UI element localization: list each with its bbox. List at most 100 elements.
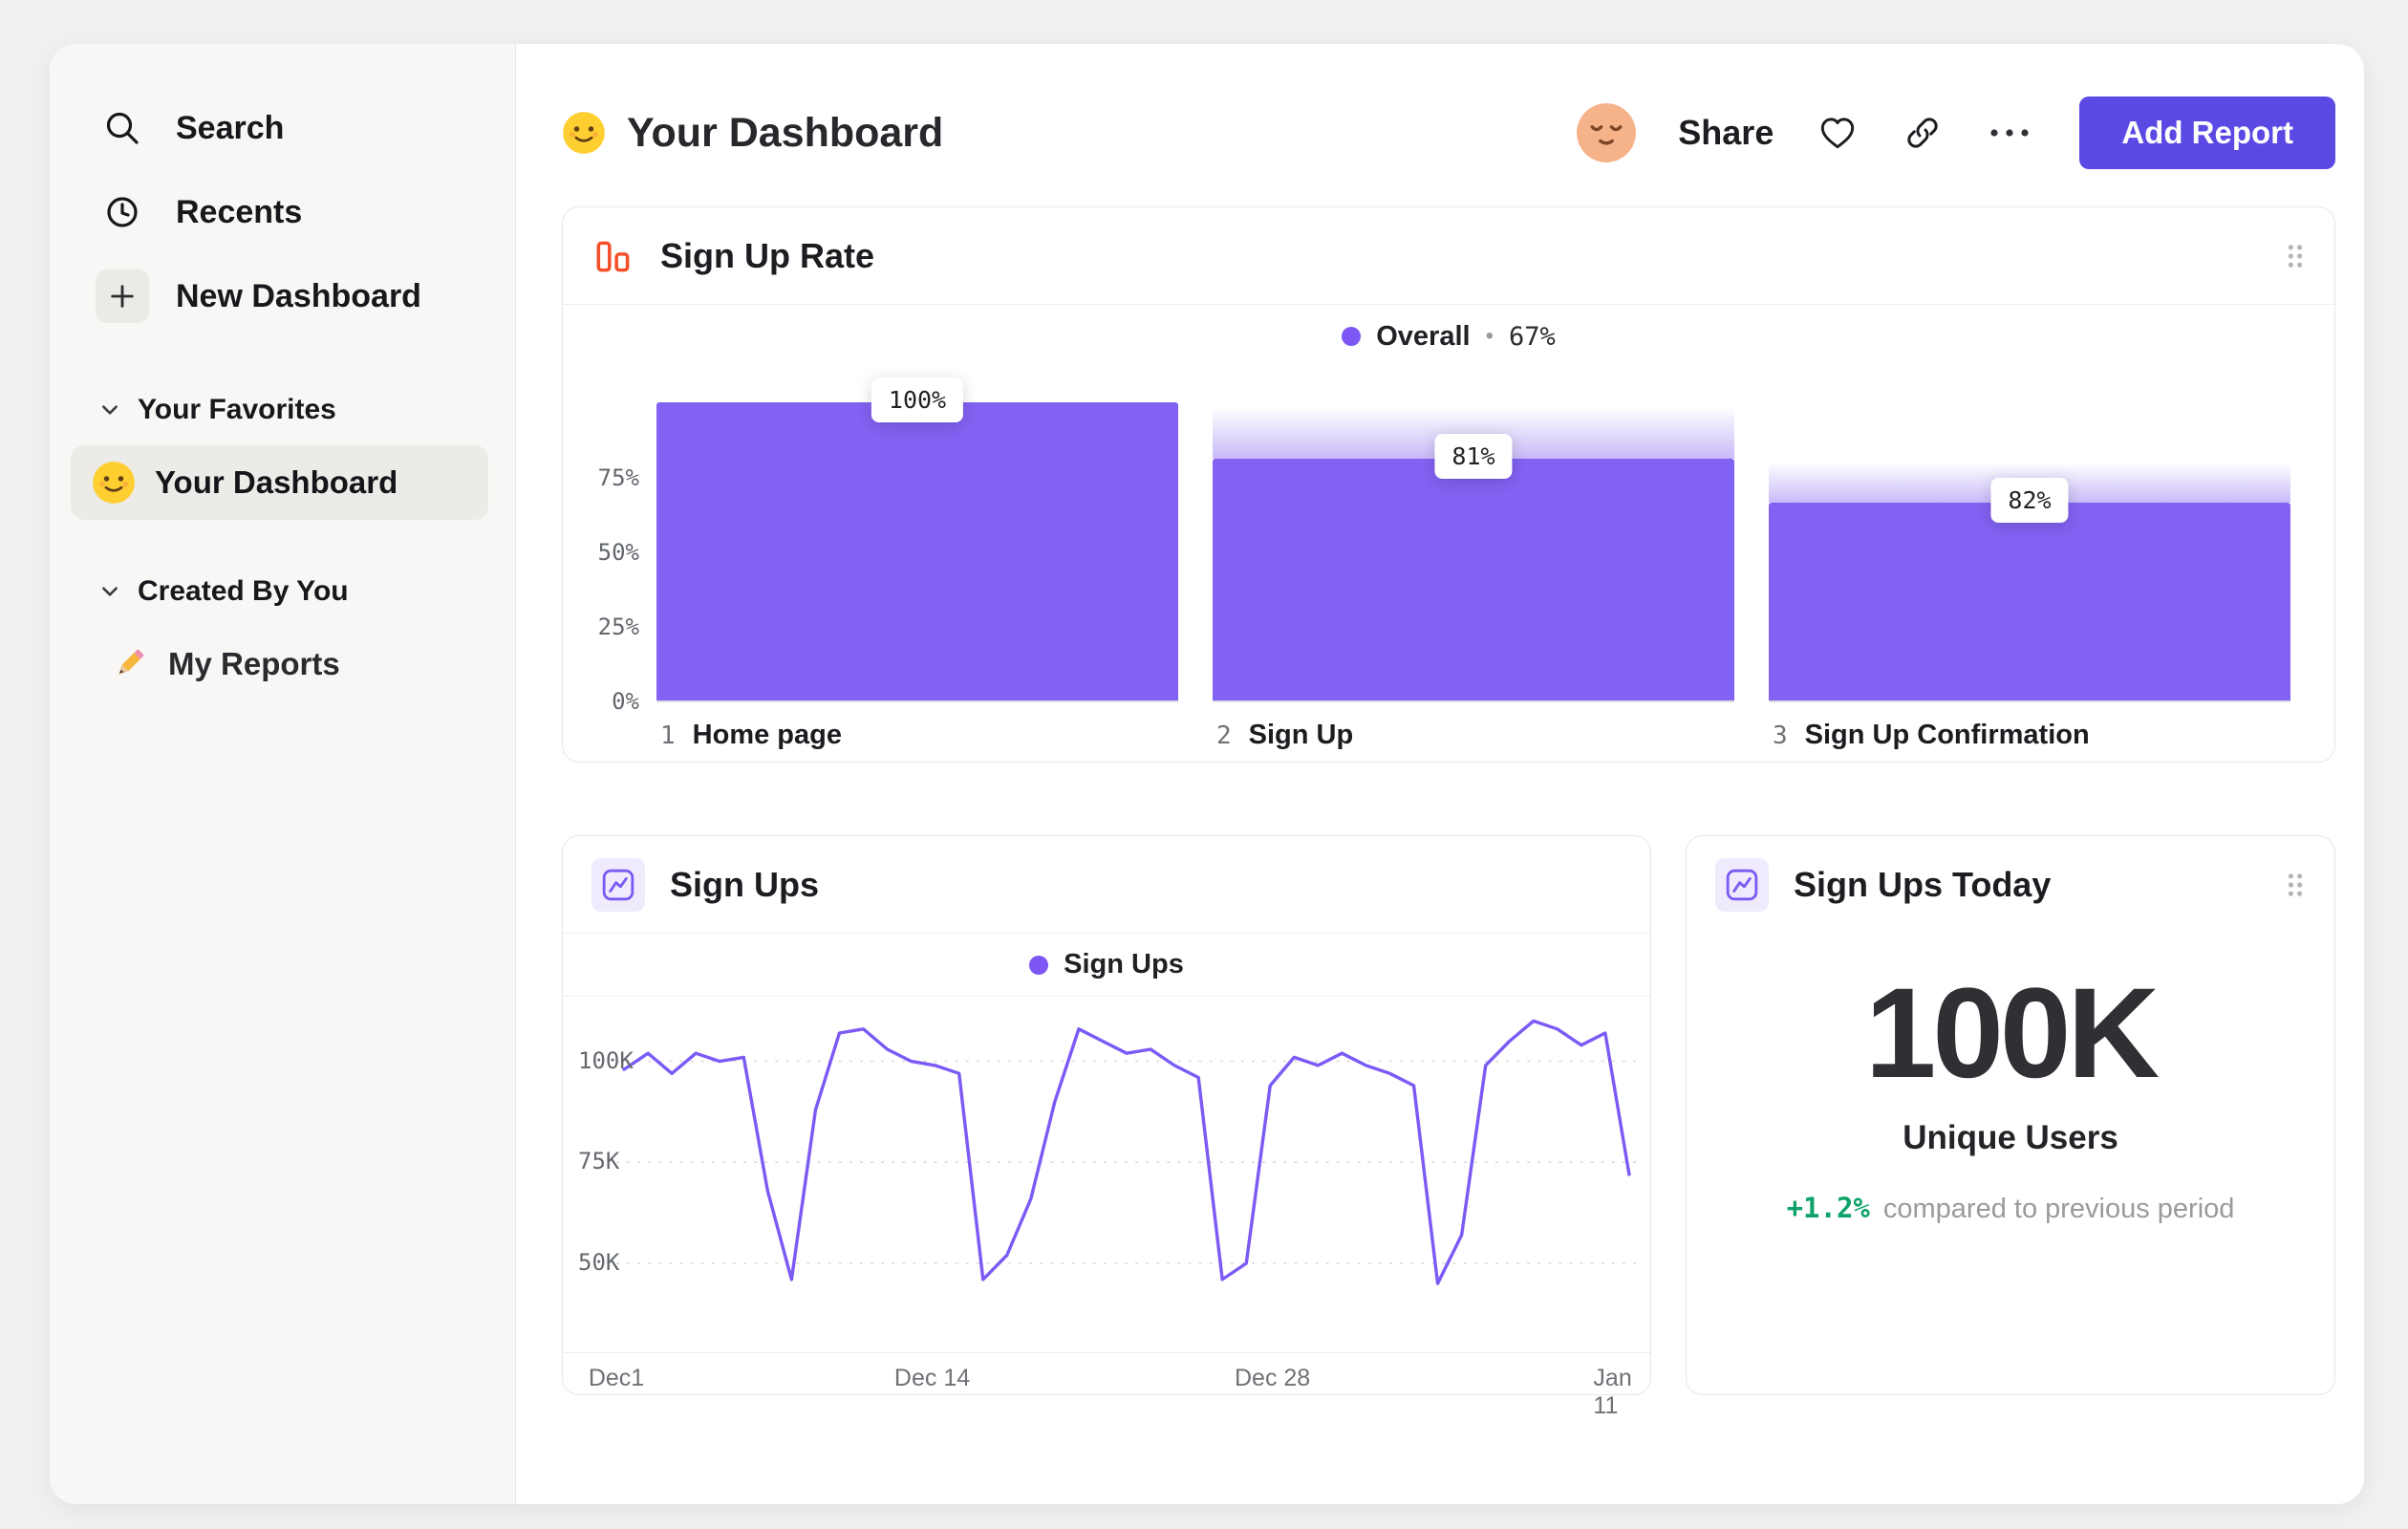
clock-icon xyxy=(96,185,149,239)
funnel-step-label: 1 Home page xyxy=(656,720,1178,751)
legend-label: Overall xyxy=(1376,320,1471,352)
funnel-value-tooltip: 81% xyxy=(1434,434,1513,480)
main-content: Your Dashboard Share Add Report Sign Up … xyxy=(516,44,2364,1504)
funnel-y-axis: 75% 50% 25% 0% xyxy=(580,381,649,715)
y-axis-tick: 50% xyxy=(597,539,639,566)
sidebar-item-new-dashboard[interactable]: New Dashboard xyxy=(50,254,515,338)
favorite-heart-icon[interactable] xyxy=(1816,111,1860,155)
y-axis-tick: 100K xyxy=(578,1046,634,1074)
avatar[interactable] xyxy=(1577,103,1637,162)
y-axis-tick: 75% xyxy=(597,464,639,491)
stat-body: 100K Unique Users +1.2% compared to prev… xyxy=(1687,934,2334,1225)
funnel-step-name: Sign Up xyxy=(1248,720,1354,750)
sidebar: Search Recents New Dashboard Your Favorite… xyxy=(50,44,516,1504)
bottom-row: Sign Ups Sign Ups 100K 75K 50K Dec1 Dec 14 D… xyxy=(562,835,2335,1419)
chevron-down-icon xyxy=(99,581,120,602)
legend-dot xyxy=(1342,327,1362,346)
drag-handle-icon[interactable] xyxy=(2285,870,2306,900)
x-axis-tick: Jan 11 xyxy=(1593,1365,1632,1419)
legend-dot xyxy=(1029,955,1049,975)
funnel-step-index: 1 xyxy=(660,721,676,750)
sidebar-sections: Your Favorites Your Dashboard Created By Y… xyxy=(50,384,515,701)
funnel-step-name: Sign Up Confirmation xyxy=(1804,720,2090,750)
y-axis-tick: 75K xyxy=(578,1148,620,1175)
page-title: Your Dashboard xyxy=(627,109,944,156)
line-chart-x-axis: Dec1 Dec 14 Dec 28 Jan 11 xyxy=(563,1352,1650,1419)
funnel-bar[interactable] xyxy=(1213,459,1734,700)
sidebar-item-label: Search xyxy=(176,109,285,146)
add-report-button[interactable]: Add Report xyxy=(2079,97,2335,169)
funnel-step-home-page: 100% 1 Home page xyxy=(656,377,1178,751)
funnel-legend: Overall • 67% xyxy=(563,305,2334,368)
search-icon xyxy=(96,101,149,155)
plus-icon xyxy=(96,269,149,323)
line-chart: 100K 75K 50K xyxy=(563,997,1650,1352)
sidebar-item-label: Recents xyxy=(176,193,303,230)
funnel-step-index: 3 xyxy=(1773,721,1788,750)
sidebar-item-recents[interactable]: Recents xyxy=(50,170,515,254)
sidebar-item-label: My Reports xyxy=(168,646,340,681)
funnel-columns: 100% 1 Home page 81% 2 Sign Up 82% 3 Sign Up Con… xyxy=(656,377,2290,751)
header-actions: Share Add Report xyxy=(1577,97,2335,169)
funnel-step-sign-up-confirmation: 82% 3 Sign Up Confirmation xyxy=(1769,381,2290,751)
share-button[interactable]: Share xyxy=(1678,113,1774,153)
signup-rate-card-header: Sign Up Rate xyxy=(563,207,2334,305)
y-axis-tick: 25% xyxy=(597,614,639,640)
stat-delta-row: +1.2% compared to previous period xyxy=(1787,1192,2235,1225)
line-legend: Sign Ups xyxy=(563,934,1650,997)
delta-badge: +1.2% xyxy=(1786,1192,1870,1224)
copy-link-icon[interactable] xyxy=(1902,112,1944,154)
sidebar-nav: Search Recents New Dashboard xyxy=(50,86,515,338)
signups-card: Sign Ups Sign Ups 100K 75K 50K Dec1 Dec 14 D… xyxy=(562,835,1651,1419)
funnel-bar-track: 81% xyxy=(1213,381,1734,702)
section-header-created-by-you[interactable]: Created By You xyxy=(50,566,515,617)
funnel-bar[interactable] xyxy=(1769,502,2290,700)
funnel-step-name: Home page xyxy=(692,720,842,750)
sidebar-item-my-reports[interactable]: My Reports xyxy=(88,627,488,701)
sidebar-item-label: New Dashboard xyxy=(176,277,421,314)
signups-card-header: Sign Ups xyxy=(563,836,1650,934)
drag-handle-icon[interactable] xyxy=(2285,241,2306,271)
funnel-step-label: 2 Sign Up xyxy=(1213,720,1734,751)
signups-today-card-header: Sign Ups Today xyxy=(1687,836,2334,934)
funnel-step-index: 2 xyxy=(1216,721,1232,750)
funnel-chart: 75% 50% 25% 0% 100% 1 Home page 81% 2 Sign Up 82%… xyxy=(563,368,2334,751)
funnel-step-label: 3 Sign Up Confirmation xyxy=(1769,720,2290,751)
y-axis-tick: 0% xyxy=(612,688,639,715)
signups-today-card: Sign Ups Today 100K Unique Users +1.2% c… xyxy=(1686,835,2335,1395)
legend-label: Sign Ups xyxy=(1064,949,1184,980)
bar-chart-icon xyxy=(591,234,635,278)
stat-value: 100K xyxy=(1864,962,2160,1105)
dashboard-header: Your Dashboard Share Add Report xyxy=(562,92,2335,174)
sidebar-item-label: Your Dashboard xyxy=(155,464,398,500)
x-axis-tick: Dec 28 xyxy=(1235,1365,1311,1391)
funnel-bar[interactable] xyxy=(656,402,1178,700)
card-title: Sign Ups xyxy=(670,864,820,904)
line-chart-icon xyxy=(591,857,645,912)
more-options-icon[interactable] xyxy=(1986,123,2033,142)
legend-value: 67% xyxy=(1508,321,1556,352)
y-axis-tick: 50K xyxy=(578,1249,620,1276)
card-title: Sign Up Rate xyxy=(660,235,875,275)
x-axis-tick: Dec 14 xyxy=(893,1365,971,1391)
legend-separator: • xyxy=(1485,323,1494,349)
funnel-step-sign-up: 81% 2 Sign Up xyxy=(1213,381,1734,751)
app-window: Search Recents New Dashboard Your Favorite… xyxy=(50,44,2364,1504)
signup-rate-card: Sign Up Rate Overall • 67% 75% 50% 25% 0% 1… xyxy=(562,206,2335,763)
line-chart-icon xyxy=(1715,858,1769,912)
pencil-emoji xyxy=(109,644,149,684)
x-axis-tick: Dec1 xyxy=(588,1365,645,1391)
smiley-emoji xyxy=(562,111,606,155)
sidebar-item-search[interactable]: Search xyxy=(50,86,515,170)
delta-description: compared to previous period xyxy=(1882,1194,2235,1224)
card-title: Sign Ups Today xyxy=(1794,865,2052,904)
section-header-your-favorites[interactable]: Your Favorites xyxy=(50,384,515,436)
section-title: Your Favorites xyxy=(138,394,336,425)
chevron-down-icon xyxy=(99,399,120,420)
sidebar-item-your-dashboard[interactable]: Your Dashboard xyxy=(71,445,488,520)
stat-label: Unique Users xyxy=(1903,1119,2118,1156)
funnel-bar-track: 82% xyxy=(1769,381,2290,702)
smiley-emoji xyxy=(92,461,136,505)
section-title: Created By You xyxy=(138,575,349,607)
funnel-bar-track: 100% xyxy=(656,377,1178,702)
